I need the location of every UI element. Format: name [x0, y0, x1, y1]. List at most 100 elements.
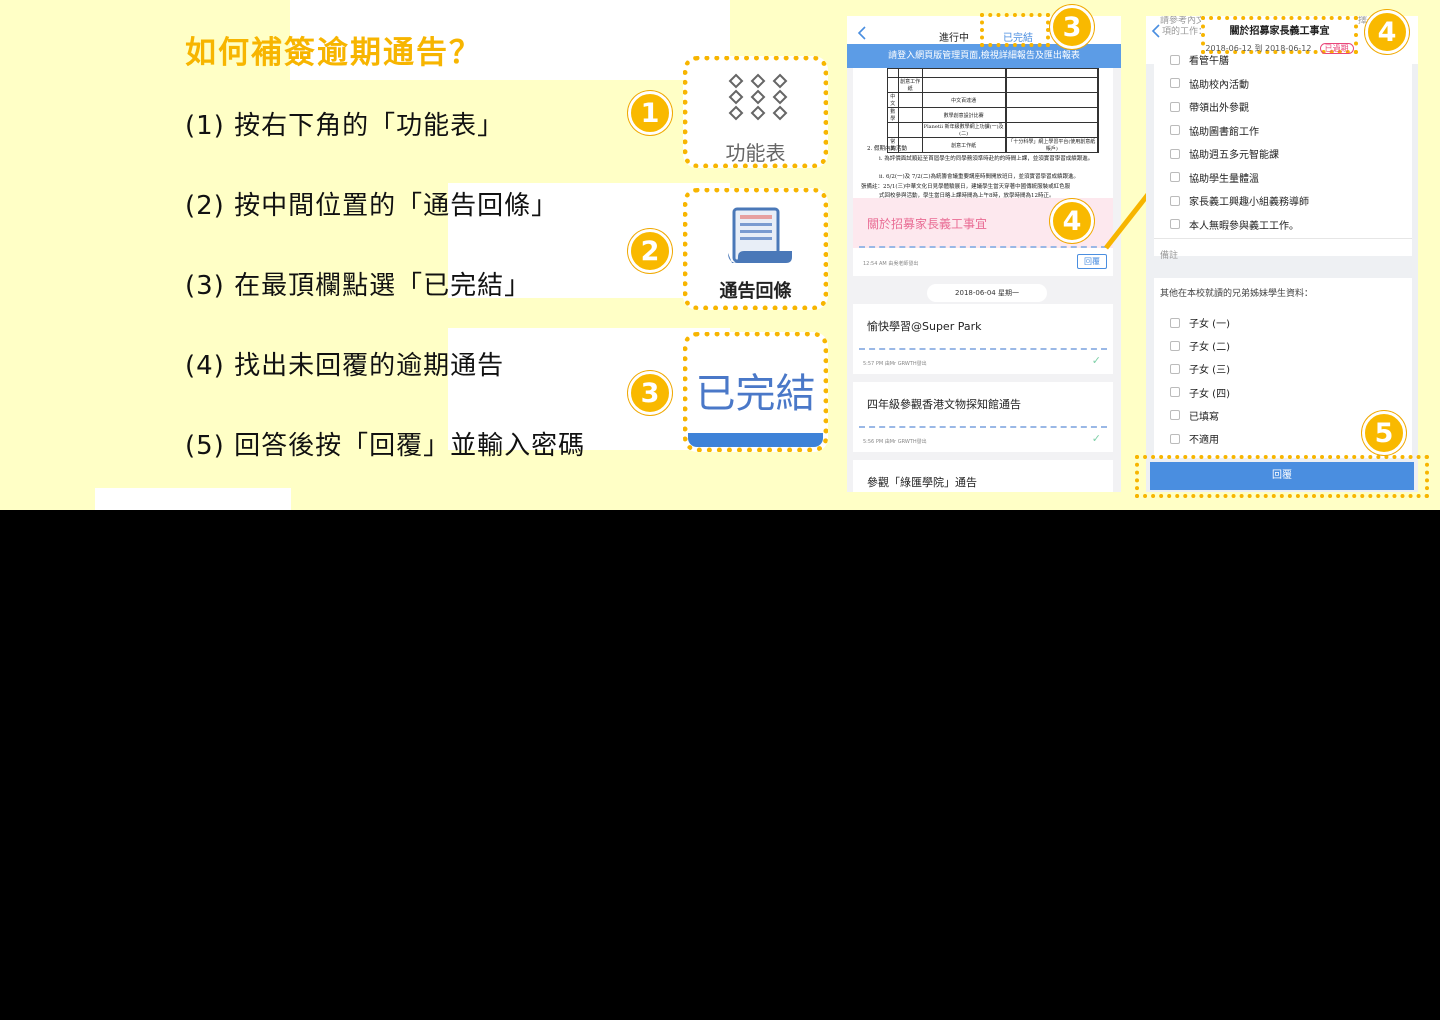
- completed-tab-highlight: [980, 13, 1050, 47]
- menu-icon-card[interactable]: 功能表: [683, 56, 828, 168]
- diamond-grid-icon: [728, 73, 788, 121]
- document-table-cell: [887, 77, 899, 93]
- checkbox[interactable]: [1170, 317, 1180, 328]
- step-badge-3: 3: [628, 371, 672, 415]
- volunteer-option-label: 協助校內活動: [1189, 79, 1249, 91]
- menu-label: 功能表: [725, 141, 786, 165]
- checkbox[interactable]: [1170, 101, 1180, 112]
- doc-line: 2. 假期內的活動: [867, 146, 907, 152]
- sibling-option[interactable]: 不適用: [1170, 431, 1219, 446]
- document-table-row: 數學 數學創意設計比賽: [887, 107, 1100, 123]
- document-table-cell: [1005, 122, 1098, 138]
- step-badge-2: 2: [628, 229, 672, 273]
- document-scroll-icon: [728, 207, 792, 263]
- checkbox[interactable]: [1170, 387, 1180, 398]
- document-table-cell: [921, 68, 1006, 78]
- notice-title: 關於招募家長義工事宜: [867, 217, 988, 231]
- checkbox[interactable]: [1170, 219, 1180, 229]
- sibling-option[interactable]: 子女 (二): [1170, 338, 1230, 353]
- completed-tab-card[interactable]: 已完結: [683, 332, 828, 452]
- notice-title-highlight: 關於招募家長義工事宜 2018-06-12 到 2018-06-12 已過期: [1201, 16, 1358, 54]
- notice-reply-icon-card[interactable]: 通告回條: [683, 188, 828, 310]
- document-table-cell: 數學創意設計比賽: [921, 107, 1006, 123]
- document-table-row: 常識 創意工作紙 「十分科學」網上學習平台(使用創意紙帳戶): [887, 137, 1100, 153]
- checkbox[interactable]: [1170, 172, 1180, 182]
- sibling-option-label: 不適用: [1189, 435, 1219, 446]
- volunteer-option[interactable]: 協助圖書館工作: [1170, 123, 1259, 138]
- notice-meta: 12:54 AM 由吳老師發出: [863, 261, 919, 267]
- document-table-cell: 創意工作紙: [921, 137, 1006, 153]
- step-badge-3-phone: 3: [1050, 5, 1094, 49]
- notice-list-screen: 進行中 已完結 請登入網頁版管理頁面,檢視詳細報告及匯出報表 創意工作紙 中文 中文…: [847, 16, 1121, 492]
- check-icon: ✓: [1091, 354, 1101, 367]
- volunteer-option-label: 協助學生量體溫: [1189, 173, 1259, 185]
- notice-card[interactable]: 四年級參觀香港文物探知館通告 5:56 PM 由Mr GRWTH發出 ✓: [853, 382, 1113, 452]
- document-table-cell: [897, 122, 923, 138]
- step-badge-4-form: 4: [1365, 10, 1409, 54]
- completed-label: 已完結: [695, 371, 816, 417]
- volunteer-option-label: 帶領出外參觀: [1189, 103, 1249, 114]
- step-badge-1: 1: [628, 91, 672, 135]
- notice-reply-label: 通告回條: [719, 281, 792, 302]
- checkbox[interactable]: [1170, 78, 1180, 88]
- notice-title: 四年級參觀香港文物探知館通告: [867, 398, 1021, 411]
- notice-document-preview: 創意工作紙 中文 中文百達通 數學 數學創意設計比賽 Planetii 新年級數學網上功課…: [853, 68, 1113, 208]
- checkbox[interactable]: [1170, 433, 1180, 444]
- volunteer-option-label: 協助圖書館工作: [1189, 126, 1259, 138]
- checkbox[interactable]: [1170, 363, 1180, 374]
- step-4-text: (4) 找出未回覆的逾期通告: [185, 351, 505, 381]
- document-table-cell: [897, 92, 923, 108]
- document-table-cell: [1096, 92, 1100, 108]
- step-1-text: (1) 按右下角的「功能表」: [185, 111, 505, 141]
- sibling-option-label: 已填寫: [1189, 411, 1219, 423]
- checkbox[interactable]: [1170, 410, 1180, 421]
- notice-card[interactable]: 愉快學習@Super Park 5:57 PM 由Mr GRWTH發出 ✓: [853, 304, 1113, 374]
- sibling-option[interactable]: 子女 (三): [1170, 361, 1230, 376]
- notice-title: 參觀「綠匯學院」通告: [867, 476, 977, 489]
- sibling-option[interactable]: 子女 (一): [1170, 315, 1230, 330]
- volunteer-option[interactable]: 家長義工興趣小組義務導師: [1170, 193, 1309, 208]
- document-table-cell: [897, 107, 923, 123]
- overdue-badge: 已過期: [1319, 43, 1354, 54]
- checkbox[interactable]: [1170, 340, 1180, 351]
- tab-in-progress[interactable]: 進行中: [939, 29, 969, 44]
- checkbox[interactable]: [1170, 125, 1180, 135]
- sibling-option[interactable]: 已填寫: [1170, 408, 1219, 423]
- notice-meta: 5:56 PM 由Mr GRWTH發出: [863, 439, 927, 445]
- notice-title: 愉快學習@Super Park: [867, 320, 982, 333]
- date-range: 2018-06-12 到 2018-06-12: [1205, 44, 1312, 53]
- reply-button-highlight: [1135, 455, 1429, 498]
- volunteer-option[interactable]: 協助週五多元智能課: [1170, 146, 1279, 161]
- document-table-cell: [921, 77, 1006, 93]
- sibling-option-label: 子女 (三): [1189, 365, 1230, 377]
- sibling-option[interactable]: 子女 (四): [1170, 385, 1230, 400]
- notice-card[interactable]: 參觀「綠匯學院」通告: [853, 460, 1113, 492]
- document-table-cell: Planetii 新年級數學網上功課(一)及(二): [921, 122, 1006, 138]
- checkbox[interactable]: [1170, 54, 1180, 65]
- step-5-text: (5) 回答後按「回覆」並輸入密碼: [185, 431, 586, 461]
- volunteer-option[interactable]: 協助校內活動: [1170, 76, 1249, 91]
- checkbox[interactable]: [1170, 148, 1180, 159]
- volunteer-option[interactable]: 協助學生量體溫: [1170, 170, 1259, 185]
- volunteer-option[interactable]: 帶領出外參觀: [1170, 99, 1249, 114]
- chevron-left-icon[interactable]: [1151, 24, 1161, 38]
- document-table: 創意工作紙 中文 中文百達通 數學 數學創意設計比賽 Planetii 新年級數學網上功課…: [887, 68, 1100, 153]
- date-divider: 2018-06-04 星期一: [927, 284, 1047, 302]
- document-table-cell: 「十分科學」網上學習平台(使用創意紙帳戶): [1005, 137, 1098, 153]
- document-table-cell: [897, 68, 923, 78]
- date-row: 2018-06-12 到 2018-06-12 已過期: [1205, 36, 1354, 55]
- document-table-row: [887, 68, 1100, 78]
- document-table-cell: [1005, 77, 1098, 93]
- step-badge-5: 5: [1362, 411, 1406, 455]
- document-table-cell: [1096, 122, 1100, 138]
- doc-line: i. 為評價面試順延至首屆學生的同學務須準時赴約的時間上課，並須實習學習成績跟進…: [879, 156, 1094, 162]
- checkbox[interactable]: [1170, 195, 1180, 206]
- sibling-option-label: 子女 (二): [1189, 342, 1230, 354]
- document-table-cell: 創意工作紙: [897, 77, 923, 93]
- step-badge-4-phone: 4: [1050, 199, 1094, 243]
- guide-title: 如何補簽逾期通告？: [185, 35, 482, 71]
- card-divider: [859, 348, 1107, 350]
- document-table-cell: 中文: [887, 92, 899, 108]
- volunteer-option[interactable]: 本人無暇參與義工工作。: [1170, 217, 1299, 232]
- chevron-left-icon[interactable]: [857, 26, 867, 40]
